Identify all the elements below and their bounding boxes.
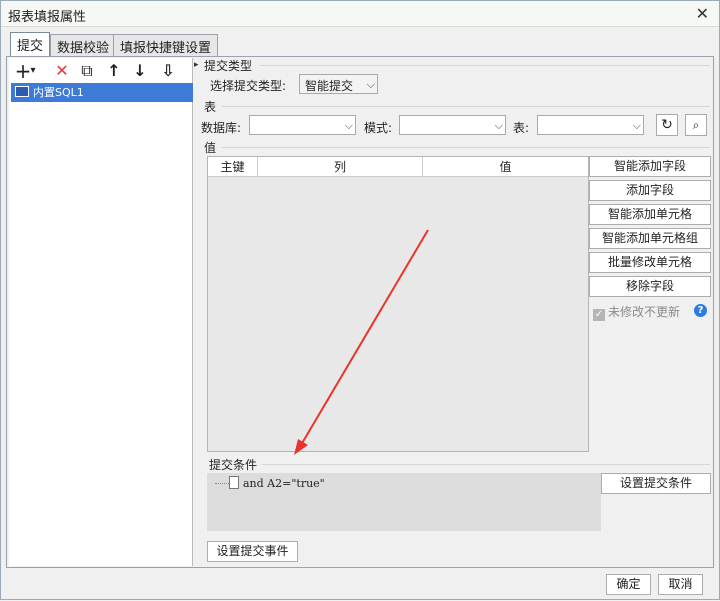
preview-icon[interactable]: ⌕ — [685, 114, 707, 136]
panel-splitter[interactable]: ▸ — [193, 58, 200, 566]
add-dropdown-icon[interactable]: ▾ — [27, 61, 39, 81]
database-table-icon — [15, 86, 29, 97]
divider — [260, 65, 710, 66]
schema-select[interactable]: ⌵ — [399, 115, 506, 135]
table-label: 表: — [513, 121, 530, 135]
condition-text: and A2="true" — [243, 477, 325, 490]
tab-data-validation[interactable]: 数据校验 — [50, 34, 117, 56]
tree-item-label: 内置SQL1 — [33, 86, 84, 99]
tab-content: + ▾ ✕ ⧉ ↑ ↓ ⇩ 内置SQL1 ▸ 提交类型 选择提交类型: 智能提交… — [6, 56, 714, 568]
column-header-primary-key[interactable]: 主键 — [208, 157, 258, 177]
chevron-down-icon: ⌵ — [344, 119, 353, 132]
submit-type-value: 智能提交 — [305, 79, 354, 93]
submit-type-label: 选择提交类型: — [210, 79, 287, 93]
collapse-arrow-icon[interactable]: ▸ — [194, 60, 199, 70]
condition-tree[interactable]: and A2="true" — [207, 473, 601, 531]
field-value-table[interactable]: 主键 列 值 — [207, 156, 589, 452]
chevron-down-icon: ⌵ — [366, 78, 375, 91]
submit-settings-panel: 提交类型 选择提交类型: 智能提交 ⌵ 表 数据库: ⌵ 模式: ⌵ 表: ⌵ … — [200, 57, 713, 567]
batch-edit-cells-button[interactable]: 批量修改单元格 — [589, 252, 711, 273]
list-toolbar: + ▾ ✕ ⧉ ↑ ↓ ⇩ — [13, 61, 189, 83]
chevron-down-icon: ⌵ — [494, 119, 503, 132]
schema-label: 模式: — [364, 121, 393, 135]
database-select[interactable]: ⌵ — [249, 115, 356, 135]
title-bar: 报表填报属性 ✕ — [1, 1, 719, 27]
set-condition-button[interactable]: 设置提交条件 — [601, 473, 711, 494]
values-section-title: 值 — [204, 141, 217, 155]
condition-item[interactable]: and A2="true" — [215, 476, 325, 490]
ok-button[interactable]: 确定 — [606, 574, 651, 595]
document-icon — [229, 476, 239, 489]
divider — [222, 147, 710, 148]
smart-add-cell-button[interactable]: 智能添加单元格 — [589, 204, 711, 225]
database-label: 数据库: — [201, 121, 242, 135]
remove-field-button[interactable]: 移除字段 — [589, 276, 711, 297]
smart-add-field-button[interactable]: 智能添加字段 — [589, 156, 711, 177]
sort-icon[interactable]: ⇩ — [158, 61, 178, 81]
divider — [262, 464, 710, 465]
move-down-icon[interactable]: ↓ — [130, 61, 150, 81]
delete-icon[interactable]: ✕ — [52, 61, 72, 81]
set-submit-event-button[interactable]: 设置提交事件 — [207, 541, 298, 562]
add-field-button[interactable]: 添加字段 — [589, 180, 711, 201]
copy-icon[interactable]: ⧉ — [77, 61, 97, 81]
help-icon[interactable]: ? — [694, 304, 707, 317]
table-header: 主键 列 值 — [208, 157, 588, 177]
column-header-column[interactable]: 列 — [258, 157, 423, 177]
table-select[interactable]: ⌵ — [537, 115, 644, 135]
move-up-icon[interactable]: ↑ — [104, 61, 124, 81]
submit-type-section-title: 提交类型 — [204, 59, 253, 73]
smart-add-cell-group-button[interactable]: 智能添加单元格组 — [589, 228, 711, 249]
tab-shortcut-settings[interactable]: 填报快捷键设置 — [113, 34, 219, 56]
close-icon[interactable]: ✕ — [696, 4, 709, 23]
column-header-value[interactable]: 值 — [423, 157, 588, 177]
tab-submit[interactable]: 提交 — [10, 32, 51, 56]
no-update-unchanged-label: 未修改不更新 — [608, 305, 681, 319]
tree-item-sql1[interactable]: 内置SQL1 — [11, 83, 193, 102]
condition-section-title: 提交条件 — [209, 458, 258, 472]
no-update-unchanged-checkbox[interactable]: ✓ 未修改不更新 — [593, 303, 680, 321]
cancel-button[interactable]: 取消 — [658, 574, 703, 595]
chevron-down-icon: ⌵ — [632, 119, 641, 132]
sql-list-panel: + ▾ ✕ ⧉ ↑ ↓ ⇩ 内置SQL1 — [9, 58, 193, 566]
refresh-icon[interactable]: ↻ — [656, 114, 678, 136]
table-section-title: 表 — [204, 100, 217, 114]
dialog-window: 报表填报属性 ✕ 提交 数据校验 填报快捷键设置 + ▾ ✕ ⧉ ↑ ↓ ⇩ 内… — [0, 0, 720, 600]
window-title: 报表填报属性 — [8, 10, 87, 25]
checkmark-icon: ✓ — [593, 309, 605, 321]
divider — [222, 106, 710, 107]
submit-type-select[interactable]: 智能提交 ⌵ — [299, 74, 378, 94]
